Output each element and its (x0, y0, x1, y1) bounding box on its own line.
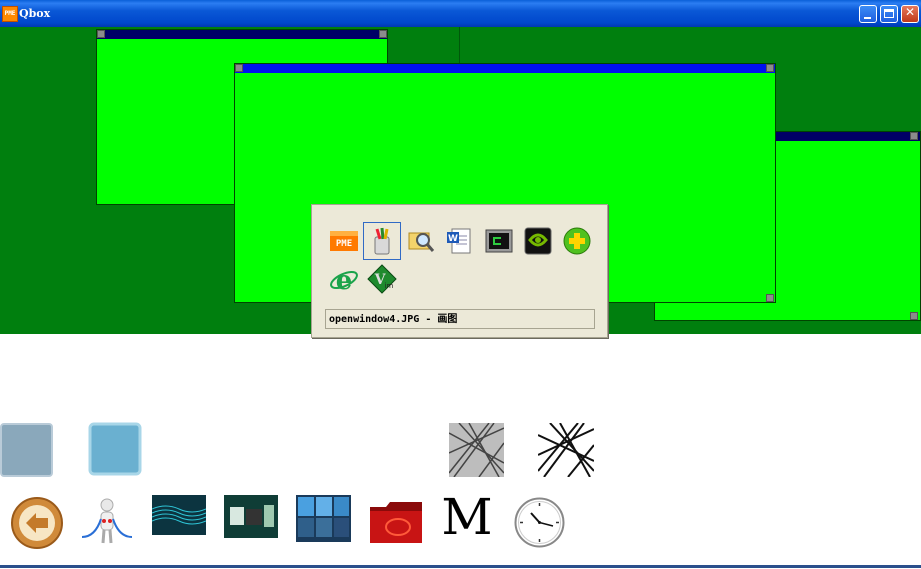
title-bar[interactable]: PME Qbox ✕ (0, 0, 921, 27)
task-switcher: PME W e V im openwindow4.JPG - 画图 (311, 204, 608, 338)
terminal-icon[interactable] (483, 225, 515, 257)
minimize-button[interactable] (859, 5, 877, 23)
resize-handle[interactable] (766, 294, 774, 302)
360-safe-icon[interactable] (561, 225, 593, 257)
black-lines-icon[interactable] (537, 422, 595, 478)
window-title-bar[interactable] (235, 64, 775, 73)
resize-handle[interactable] (766, 64, 774, 72)
resize-handle[interactable] (235, 64, 243, 72)
search-files-icon[interactable] (405, 225, 437, 257)
resize-handle[interactable] (910, 312, 918, 320)
window-title-bar[interactable] (97, 30, 387, 39)
blue-wave-thumbnail-icon[interactable] (151, 495, 207, 535)
switcher-status-text: openwindow4.JPG - 画图 (325, 309, 595, 329)
pme-icon[interactable]: PME (328, 225, 360, 257)
grey-lines-icon[interactable] (448, 422, 505, 478)
nvidia-icon[interactable] (522, 225, 554, 257)
m-logo-icon[interactable]: M (440, 488, 494, 546)
square-light-blue-icon[interactable] (88, 422, 142, 477)
pme-icon-label: PME (336, 239, 352, 249)
maximize-icon (884, 9, 894, 18)
clock-icon[interactable] (513, 496, 566, 549)
grid-images-thumbnail-icon[interactable] (296, 495, 351, 542)
back-arrow-icon[interactable] (10, 496, 65, 551)
svg-text:e: e (336, 266, 353, 295)
word-document-icon[interactable]: W (444, 225, 476, 257)
vim-icon[interactable]: V im (366, 263, 398, 295)
resize-handle[interactable] (379, 30, 387, 38)
app-icon: PME (2, 6, 18, 22)
close-icon: ✕ (904, 5, 916, 19)
m-logo-letter: M (441, 490, 492, 540)
red-folder-icon[interactable] (368, 497, 424, 547)
green-scene-thumbnail-icon[interactable] (224, 495, 278, 538)
close-button[interactable]: ✕ (901, 5, 919, 23)
minimize-icon (864, 17, 871, 19)
maximize-button[interactable] (880, 5, 898, 23)
square-blue-grey-icon[interactable] (0, 423, 53, 477)
window-title: Qbox (19, 7, 51, 20)
paint-icon[interactable] (363, 222, 401, 260)
svg-text:W: W (448, 234, 458, 244)
person-figure-icon[interactable] (80, 497, 134, 547)
internet-explorer-icon[interactable]: e (328, 263, 360, 296)
bottom-border (0, 565, 921, 568)
resize-handle[interactable] (910, 132, 918, 140)
resize-handle[interactable] (97, 30, 105, 38)
svg-text:im: im (385, 282, 394, 290)
